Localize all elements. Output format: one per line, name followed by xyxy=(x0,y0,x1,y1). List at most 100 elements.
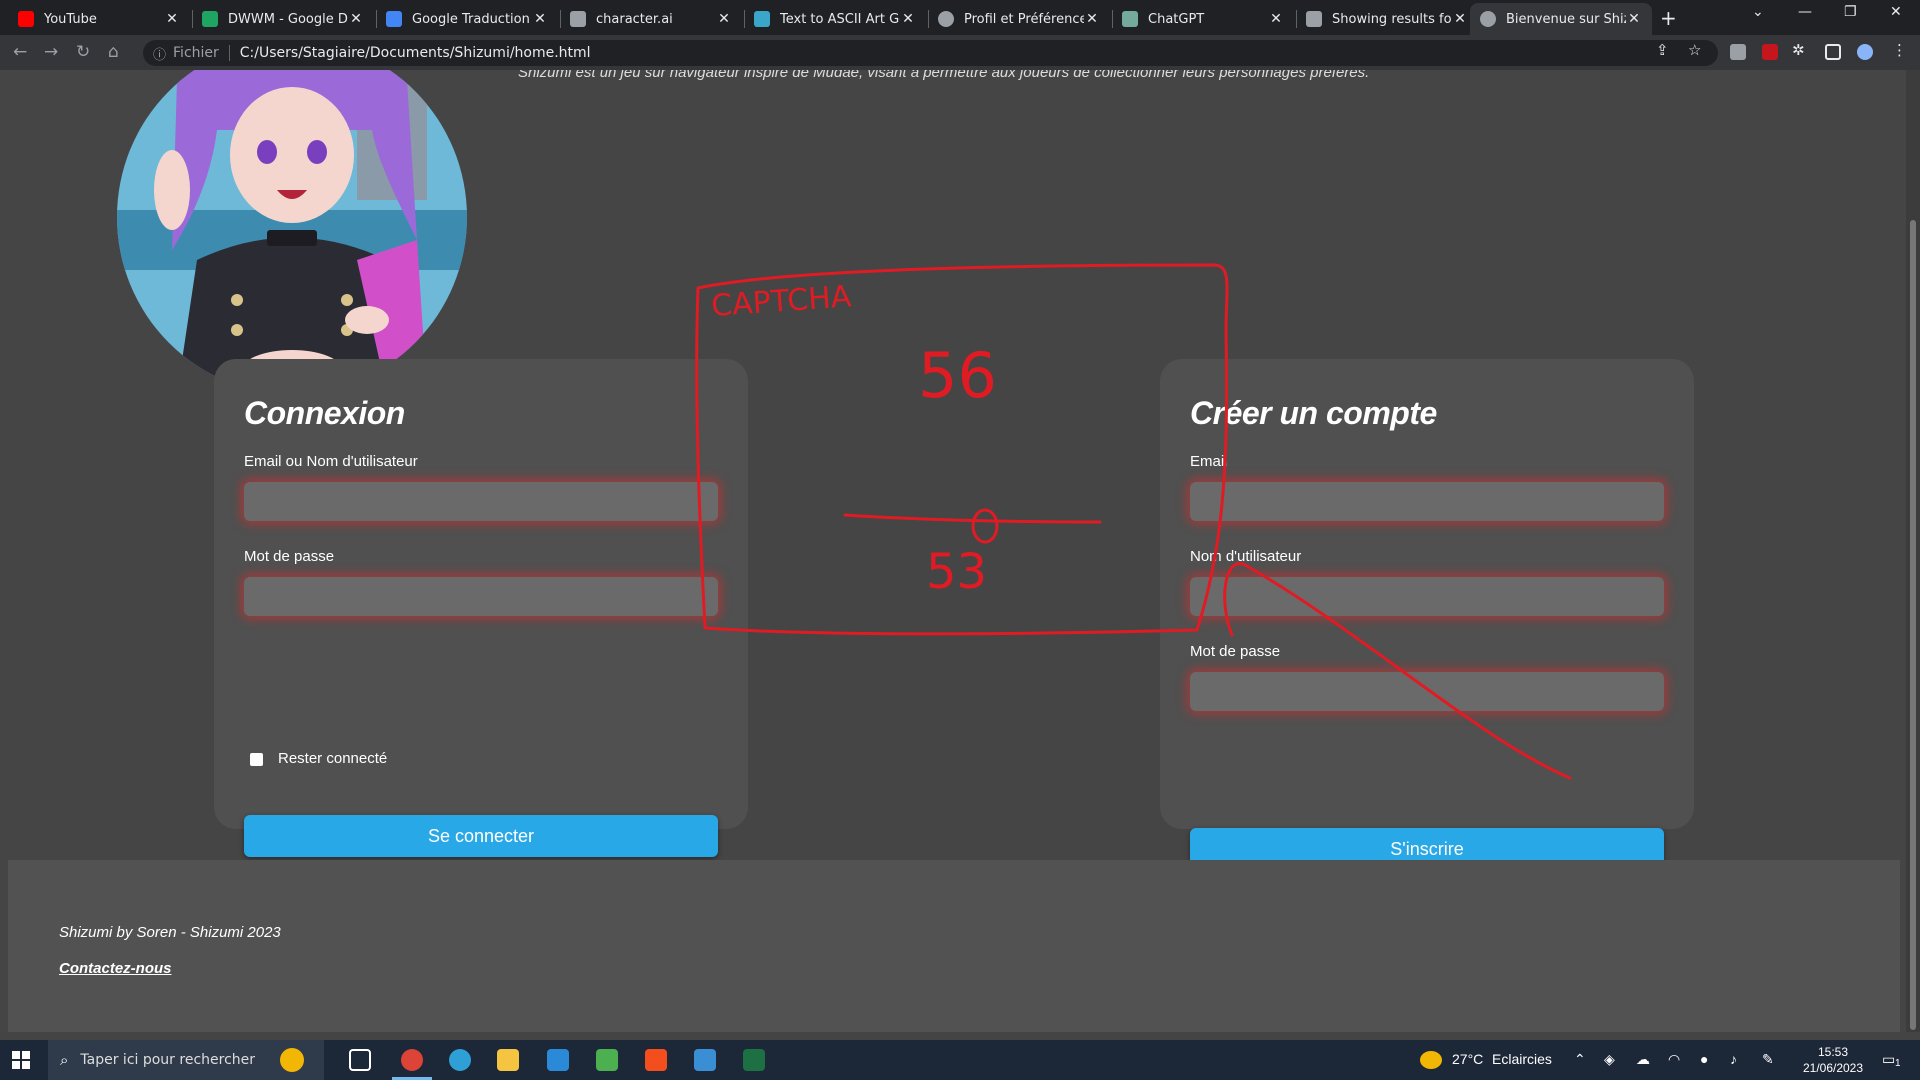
onedrive-icon[interactable]: ☁ xyxy=(1636,1051,1650,1068)
taskbar-search-box[interactable]: ⌕ Taper ici pour rechercher xyxy=(48,1040,324,1080)
signup-username-label: Nom d'utilisateur xyxy=(1190,548,1302,565)
tray-chevron-icon[interactable]: ⌃ xyxy=(1574,1051,1586,1068)
close-tab-icon[interactable]: ✕ xyxy=(1084,11,1100,27)
close-tab-icon[interactable]: ✕ xyxy=(1268,11,1284,27)
tab-google-translate[interactable]: Google Traduction ✕ xyxy=(376,3,558,35)
operator-circle-stroke xyxy=(971,508,999,544)
captcha-number-top: 56 xyxy=(918,339,997,412)
tab-title: ChatGPT xyxy=(1148,11,1205,27)
address-toolbar: ← → ↻ ⌂ ⓘ Fichier C:/Users/Stagiaire/Doc… xyxy=(0,35,1920,70)
vscode-icon[interactable] xyxy=(547,1049,569,1071)
google-drive-icon xyxy=(202,11,218,27)
puzzle-extensions-icon[interactable]: ✲ xyxy=(1792,41,1805,59)
close-tab-icon[interactable]: ✕ xyxy=(1452,11,1468,27)
close-tab-icon[interactable]: ✕ xyxy=(716,11,732,27)
signup-username-input[interactable] xyxy=(1190,577,1664,616)
signup-password-input[interactable] xyxy=(1190,672,1664,711)
login-button[interactable]: Se connecter xyxy=(244,815,718,857)
signup-email-label: Email xyxy=(1190,453,1228,470)
ascii-art-icon xyxy=(754,11,770,27)
notification-icon[interactable]: ▭ xyxy=(1882,1051,1895,1068)
tab-profil[interactable]: Profil et Préférences - ✕ xyxy=(928,3,1110,35)
captcha-number-bottom: 53 xyxy=(926,544,987,600)
task-view-icon[interactable] xyxy=(349,1049,371,1071)
color-app-icon[interactable] xyxy=(596,1049,618,1071)
windows-taskbar: ⌕ Taper ici pour rechercher 27°C Eclairc… xyxy=(0,1040,1920,1080)
wifi-icon[interactable]: ◠ xyxy=(1668,1051,1680,1068)
side-panel-icon[interactable] xyxy=(1825,44,1841,60)
site-icon xyxy=(1306,11,1322,27)
home-icon[interactable]: ⌂ xyxy=(108,42,119,62)
tab-google-drive[interactable]: DWWM - Google Driv ✕ xyxy=(192,3,374,35)
profile-avatar-icon[interactable] xyxy=(1857,44,1873,60)
excel-icon[interactable] xyxy=(743,1049,765,1071)
footer: Shizumi by Soren - Shizumi 2023 Contacte… xyxy=(8,860,1900,1032)
info-icon[interactable]: ⓘ xyxy=(153,44,166,63)
chrome-icon[interactable] xyxy=(401,1049,423,1071)
figma-icon[interactable] xyxy=(645,1049,667,1071)
login-user-label: Email ou Nom d'utilisateur xyxy=(244,453,418,470)
page-scrollbar[interactable] xyxy=(1906,70,1920,1032)
scrollbar-thumb[interactable] xyxy=(1910,220,1916,1030)
minimize-icon[interactable]: — xyxy=(1798,4,1812,20)
weather-temp[interactable]: 27°C xyxy=(1452,1051,1483,1067)
remember-me-label[interactable]: Rester connecté xyxy=(278,750,387,767)
bookmark-star-icon[interactable]: ☆ xyxy=(1688,41,1701,59)
extension-icon[interactable] xyxy=(1730,44,1746,60)
volume-icon[interactable]: ♪ xyxy=(1730,1051,1737,1067)
google-translate-icon xyxy=(386,11,402,27)
login-card: Connexion Email ou Nom d'utilisateur Mot… xyxy=(214,359,748,857)
address-bar[interactable]: ⓘ Fichier C:/Users/Stagiaire/Documents/S… xyxy=(143,40,1718,66)
close-tab-icon[interactable]: ✕ xyxy=(1626,11,1642,27)
microphone-icon[interactable]: ● xyxy=(1700,1051,1708,1067)
captcha-label: CAPTCHA xyxy=(710,279,853,324)
tab-ascii-art[interactable]: Text to ASCII Art Gene ✕ xyxy=(744,3,926,35)
kebab-menu-icon[interactable]: ⋮ xyxy=(1892,41,1907,59)
tab-shizumi-active[interactable]: Bienvenue sur Shizumi ✕ xyxy=(1470,3,1652,35)
page-viewport: Shizumi est un jeu sur navigateur inspir… xyxy=(0,70,1920,1032)
taskbar-search-placeholder: Taper ici pour rechercher xyxy=(80,1052,256,1068)
ublock-icon[interactable] xyxy=(1762,44,1778,60)
signup-email-input[interactable] xyxy=(1190,482,1664,521)
share-icon[interactable]: ⇪ xyxy=(1656,41,1669,59)
url-text[interactable]: C:/Users/Stagiaire/Documents/Shizumi/hom… xyxy=(240,45,591,61)
signup-title: Créer un compte xyxy=(1190,395,1437,431)
tab-title: YouTube xyxy=(44,11,97,27)
tab-search-results[interactable]: Showing results for up ✕ xyxy=(1296,3,1478,35)
file-explorer-icon[interactable] xyxy=(497,1049,519,1071)
weather-icon[interactable] xyxy=(1420,1051,1442,1069)
tab-character-ai[interactable]: character.ai ✕ xyxy=(560,3,742,35)
anime-avatar-image xyxy=(117,70,467,394)
login-password-input[interactable] xyxy=(244,577,718,616)
notification-count: 1 xyxy=(1895,1058,1901,1069)
network-icon[interactable]: ◈ xyxy=(1604,1051,1615,1068)
close-tab-icon[interactable]: ✕ xyxy=(164,11,180,27)
chatgpt-icon xyxy=(1122,11,1138,27)
tab-title: Profil et Préférences - xyxy=(964,11,1084,27)
close-tab-icon[interactable]: ✕ xyxy=(348,11,364,27)
tab-title: DWWM - Google Driv xyxy=(228,11,348,27)
tab-search-chevron-icon[interactable]: ⌄ xyxy=(1752,4,1764,20)
reload-icon[interactable]: ↻ xyxy=(76,42,90,62)
close-window-icon[interactable]: ✕ xyxy=(1890,4,1902,20)
tab-chatgpt[interactable]: ChatGPT ✕ xyxy=(1112,3,1294,35)
windows-start-icon[interactable] xyxy=(12,1051,30,1069)
remember-me-checkbox[interactable] xyxy=(250,753,263,766)
restore-icon[interactable]: ❐ xyxy=(1844,4,1857,20)
character-ai-icon xyxy=(570,11,586,27)
back-arrow-icon[interactable]: ← xyxy=(13,42,27,62)
pen-icon[interactable]: ✎ xyxy=(1762,1051,1774,1068)
new-tab-button[interactable]: + xyxy=(1660,6,1677,30)
tab-youtube[interactable]: YouTube ✕ xyxy=(8,3,190,35)
captcha-box-stroke xyxy=(695,263,1229,636)
close-tab-icon[interactable]: ✕ xyxy=(532,11,548,27)
close-tab-icon[interactable]: ✕ xyxy=(900,11,916,27)
store-icon[interactable] xyxy=(694,1049,716,1071)
clock[interactable]: 15:53 21/06/2023 xyxy=(1798,1044,1868,1076)
weather-condition[interactable]: Eclaircies xyxy=(1492,1051,1552,1067)
contact-link[interactable]: Contactez-nous xyxy=(59,960,172,977)
edge-icon[interactable] xyxy=(449,1049,471,1071)
signup-password-label: Mot de passe xyxy=(1190,643,1281,660)
forward-arrow-icon[interactable]: → xyxy=(44,42,58,62)
login-user-input[interactable] xyxy=(244,482,718,521)
